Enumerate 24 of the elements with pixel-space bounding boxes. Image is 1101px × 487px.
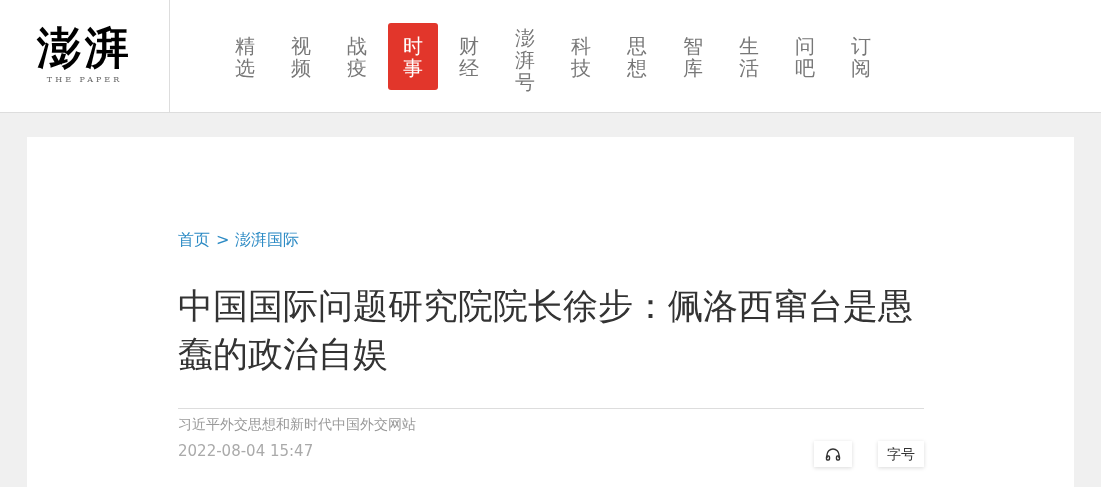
breadcrumb-link[interactable]: 首页 bbox=[178, 228, 210, 252]
nav-tab[interactable]: 思想 bbox=[612, 22, 662, 90]
nav-tab[interactable]: 澎湃号 bbox=[500, 15, 550, 97]
nav-tab[interactable]: 视频 bbox=[276, 22, 326, 90]
article-date: 2022-08-04 15:47 bbox=[178, 441, 315, 462]
nav-tab[interactable]: 生活 bbox=[724, 22, 774, 90]
nav-tab[interactable]: 战疫 bbox=[332, 22, 382, 90]
nav-tab[interactable]: 订阅 bbox=[836, 22, 886, 90]
font-size-button[interactable]: 字号 bbox=[878, 441, 924, 467]
nav-tab[interactable]: 科技 bbox=[556, 22, 606, 90]
logo[interactable]: 澎湃 THE PAPER bbox=[0, 0, 170, 112]
nav-tab[interactable]: 问吧 bbox=[780, 22, 830, 90]
nav-tab[interactable]: 时事 bbox=[388, 22, 438, 90]
headphones-icon bbox=[825, 447, 841, 461]
breadcrumb-separator: > bbox=[216, 229, 230, 251]
breadcrumb-link[interactable]: 澎湃国际 bbox=[235, 228, 300, 252]
nav-tab[interactable]: 精选 bbox=[220, 22, 270, 90]
nav-tab[interactable]: 财经 bbox=[444, 22, 494, 90]
article-title: 中国国际问题研究院院长徐步：佩洛西窜台是愚蠢的政治自娱 bbox=[178, 285, 914, 376]
nav-tab[interactable]: 智库 bbox=[668, 22, 718, 90]
logo-tagline: THE PAPER bbox=[46, 74, 123, 86]
article-source: 习近平外交思想和新时代中国外交网站 bbox=[178, 415, 416, 434]
logo-wordmark: 澎湃 bbox=[36, 26, 133, 70]
listen-button[interactable] bbox=[814, 441, 852, 467]
